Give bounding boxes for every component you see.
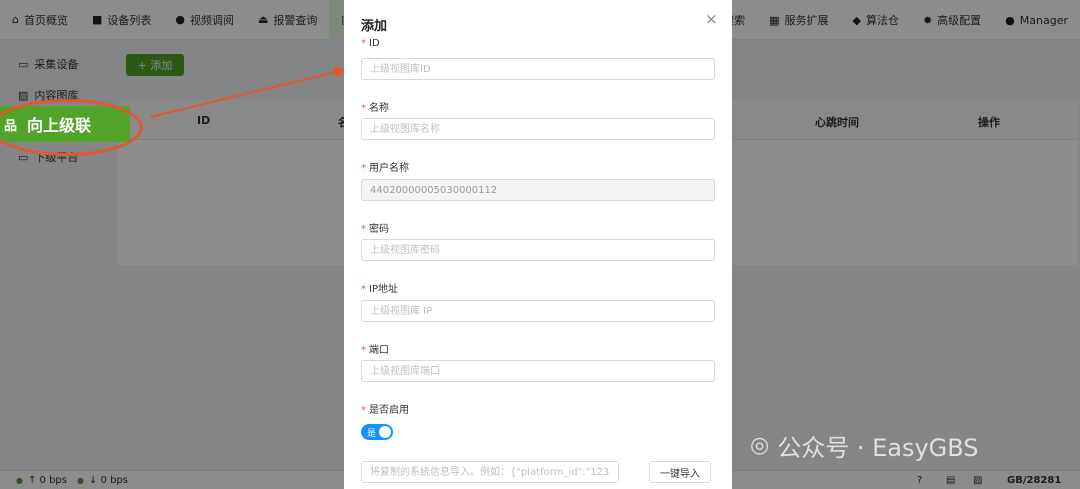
close-icon[interactable]: × (705, 10, 718, 28)
wechat-icon: ◎ (750, 433, 770, 458)
field-label-password: * 密码 (361, 224, 389, 235)
toggle-label: 是 (367, 429, 377, 439)
field-label-id: * ID (361, 38, 380, 49)
required-mark: * (361, 103, 366, 114)
field-label-ip: * IP地址 (361, 284, 398, 295)
toggle-knob (379, 426, 391, 438)
field-label-username: * 用户名称 (361, 163, 409, 174)
field-label-enabled: * 是否启用 (361, 405, 409, 416)
ip-input[interactable] (361, 300, 715, 322)
required-mark: * (361, 224, 366, 235)
port-input[interactable] (361, 360, 715, 382)
username-input (361, 179, 715, 201)
enabled-toggle[interactable]: 是 (361, 424, 393, 440)
required-mark: * (361, 405, 366, 416)
field-label-port: * 端口 (361, 345, 389, 356)
one-click-import-button[interactable]: 一键导入 (649, 461, 711, 483)
id-input[interactable] (361, 58, 715, 80)
required-mark: * (361, 284, 366, 295)
dialog-title: 添加 (361, 19, 388, 34)
add-cascade-dialog: 添加 × *ID *名称 *用户名称 *密码 *IP地址 *端口 *是否启用 是… (344, 0, 732, 489)
wechat-watermark: ◎ 公众号 · EasyGBS (750, 428, 979, 463)
import-config-input[interactable] (361, 461, 619, 483)
password-input[interactable] (361, 239, 715, 261)
field-label-name: * 名称 (361, 103, 389, 114)
required-mark: * (361, 163, 366, 174)
required-mark: * (361, 38, 366, 49)
required-mark: * (361, 345, 366, 356)
watermark-text: 公众号 · EasyGBS (777, 434, 979, 462)
name-input[interactable] (361, 118, 715, 140)
